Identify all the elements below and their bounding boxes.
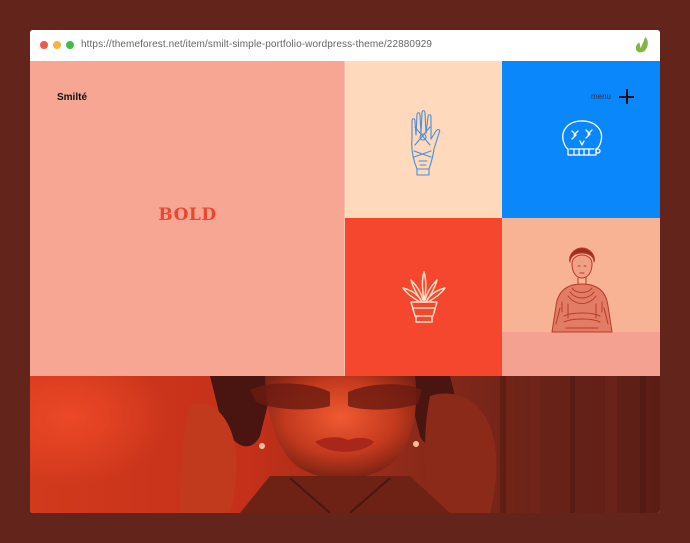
portfolio-tile-plant[interactable] [345, 218, 502, 376]
woman-engraving-illustration [551, 247, 613, 333]
tile-bottom-band [502, 332, 660, 376]
envato-leaf-icon [635, 37, 648, 53]
portfolio-tile-hand[interactable] [345, 61, 502, 218]
hand-illustration-icon [411, 110, 441, 176]
skull-illustration-icon [562, 120, 603, 156]
portfolio-tile-portrait[interactable] [502, 218, 660, 376]
browser-toolbar: https://themeforest.net/item/smilt-simpl… [30, 30, 660, 62]
site-logo[interactable]: Smilté [57, 92, 87, 103]
hero-photo [30, 376, 660, 513]
headline-bold: BOLD [158, 205, 217, 225]
plus-icon[interactable] [619, 89, 634, 104]
plant-pot-illustration-icon [402, 271, 446, 323]
menu-label: menu [590, 92, 611, 101]
woman-portrait-photo [30, 376, 660, 513]
minimize-window-button[interactable] [53, 41, 61, 49]
portfolio-site: Smilté BOLD menu [30, 61, 660, 513]
maximize-window-button[interactable] [66, 41, 74, 49]
address-bar[interactable]: https://themeforest.net/item/smilt-simpl… [81, 39, 432, 50]
close-window-button[interactable] [40, 41, 48, 49]
portfolio-tile-skull[interactable]: menu [502, 61, 660, 218]
featured-tile-bold[interactable]: Smilté BOLD [30, 61, 345, 376]
browser-window: https://themeforest.net/item/smilt-simpl… [30, 30, 660, 513]
menu-toggle[interactable]: menu [591, 89, 634, 104]
